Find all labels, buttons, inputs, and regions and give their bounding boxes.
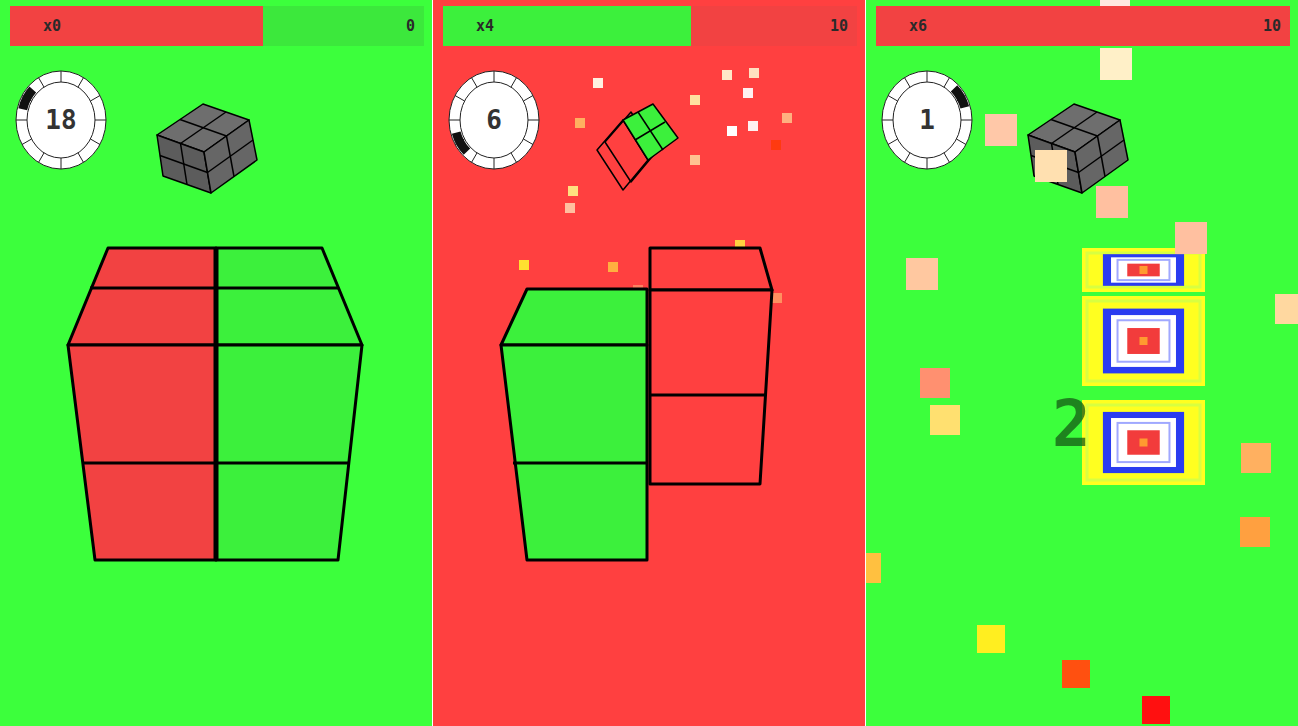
combo-number: 2 [1052, 392, 1091, 456]
game-screens: x0 0 18 x4 10 6 x6 10 1 2 [0, 0, 1298, 726]
timer-ring: 6 [443, 64, 545, 176]
score-bar-texts: x0 0 [10, 6, 424, 46]
game-panel[interactable]: x0 0 18 [0, 0, 432, 726]
timer-value: 1 [876, 64, 978, 176]
score-bar-fill [876, 6, 1290, 46]
game-panel[interactable]: x6 10 1 2 [866, 0, 1298, 726]
score-bar: x6 10 [876, 6, 1290, 46]
score: 0 [406, 17, 415, 35]
score-bar-texts: x6 10 [876, 6, 1290, 46]
multiplier: x4 [476, 17, 494, 35]
timer-value: 6 [443, 64, 545, 176]
timer-ring: 1 [876, 64, 978, 176]
score-bar: x4 10 [443, 6, 857, 46]
score-bar: x0 0 [10, 6, 424, 46]
score-bar-color [876, 6, 1290, 46]
multiplier: x0 [43, 17, 61, 35]
score: 10 [830, 17, 848, 35]
game-panel[interactable]: x4 10 6 [433, 0, 865, 726]
timer-ring: 18 [10, 64, 112, 176]
timer-value: 18 [10, 64, 112, 176]
score: 10 [1263, 17, 1281, 35]
multiplier: x6 [909, 17, 927, 35]
score-bar-texts: x4 10 [443, 6, 857, 46]
